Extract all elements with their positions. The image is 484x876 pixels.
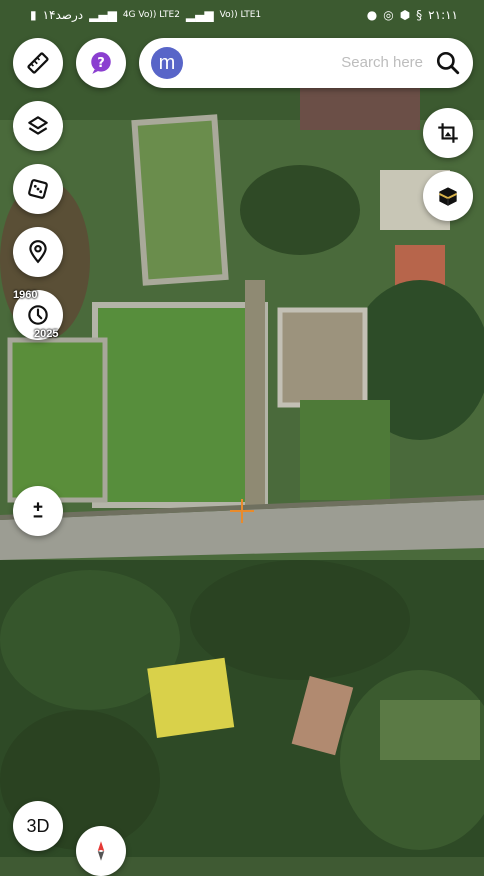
satellite-map[interactable]	[0, 0, 484, 857]
location-pin-icon	[29, 240, 47, 264]
search-icon[interactable]	[435, 50, 461, 76]
location-button[interactable]	[13, 227, 63, 277]
history-clock-icon	[28, 305, 48, 325]
crop-image-icon	[438, 123, 458, 143]
sim-icon: ▮	[30, 8, 37, 22]
dot-icon: ●	[366, 8, 378, 22]
help-chat-icon: ?	[91, 52, 111, 74]
crop-image-button[interactable]	[423, 108, 473, 158]
status-left: ▮ ۱۴درصد ▂▄▆ 4G Vo)) LTE2 ▂▄▆ Vo)) LTE1	[30, 8, 261, 22]
qibla-button[interactable]	[423, 171, 473, 221]
help-button[interactable]: ?	[76, 38, 126, 88]
layers-button[interactable]	[13, 101, 63, 151]
compass-icon	[97, 841, 105, 861]
network-1-label: 4G Vo)) LTE2	[122, 9, 180, 20]
status-bar: ▮ ۱۴درصد ▂▄▆ 4G Vo)) LTE2 ▂▄▆ Vo)) LTE1 …	[0, 0, 484, 32]
app-notify-icon: §	[416, 8, 423, 22]
3d-label: 3D	[26, 815, 50, 836]
search-placeholder[interactable]: Search here	[341, 54, 423, 71]
history-start-year: 1960	[13, 289, 38, 301]
kaaba-icon	[438, 187, 458, 206]
random-place-button[interactable]	[13, 164, 63, 214]
layers-icon	[28, 116, 48, 135]
signal-2-icon: ▂▄▆	[185, 8, 214, 22]
measure-button[interactable]	[13, 38, 63, 88]
ruler-icon	[27, 52, 49, 74]
compass-button[interactable]	[76, 826, 126, 876]
avatar[interactable]: m	[151, 47, 183, 79]
shield-icon: ⬢	[399, 8, 411, 22]
avatar-letter: m	[158, 51, 176, 74]
signal-1-icon: ▂▄▆	[89, 8, 117, 22]
history-end-year: 2025	[34, 328, 59, 340]
network-2-label: Vo)) LTE1	[219, 9, 262, 20]
battery-text: ۱۴درصد	[42, 8, 84, 22]
3d-button[interactable]: 3D	[13, 801, 63, 851]
zoom-button[interactable]	[13, 486, 63, 536]
search-bar[interactable]: m Search here	[139, 38, 473, 88]
svg-text:?: ?	[97, 56, 105, 71]
zoom-plus-minus-icon	[33, 502, 43, 518]
dice-icon	[28, 179, 48, 199]
crosshair-icon	[230, 499, 254, 523]
status-right: ● ◎ ⬢ § ۲۱:۱۱	[367, 8, 458, 22]
whatsapp-icon: ◎	[383, 8, 394, 22]
clock-time: ۲۱:۱۱	[428, 8, 458, 22]
